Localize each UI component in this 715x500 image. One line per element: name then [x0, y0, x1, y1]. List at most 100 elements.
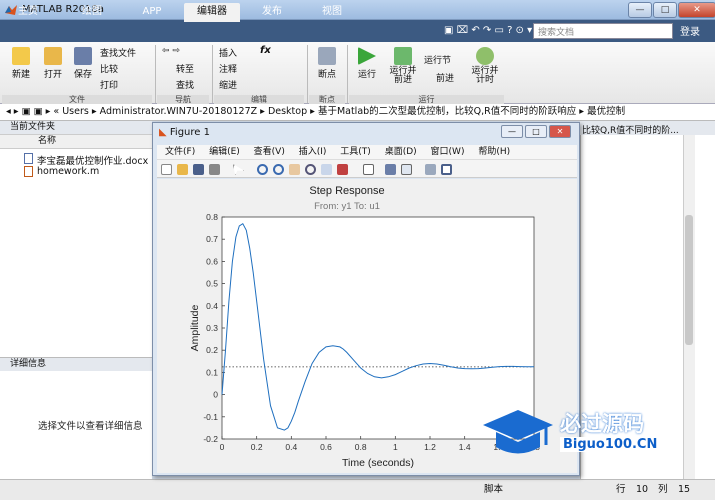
- ribbon-separator: [307, 45, 308, 103]
- status-col-value: 15: [678, 484, 691, 495]
- menu-desktop[interactable]: 桌面(D): [385, 147, 417, 157]
- chart-subtitle: From: y1 To: u1: [314, 201, 380, 212]
- compare-button[interactable]: 比较: [100, 62, 118, 75]
- comment-button[interactable]: 注释: [219, 62, 237, 75]
- brush-icon[interactable]: [337, 164, 348, 175]
- menu-edit[interactable]: 编辑(E): [209, 147, 240, 157]
- x-axis-label: Time (seconds): [342, 457, 414, 469]
- x-tick-label: 1: [393, 442, 398, 452]
- print-button[interactable]: 打印: [100, 78, 118, 91]
- nav-back-forward-icons[interactable]: ⇦ ⇨: [162, 46, 180, 56]
- run-button[interactable]: 运行: [352, 47, 382, 80]
- y-tick-label: -0.1: [203, 412, 218, 422]
- new-figure-icon[interactable]: [161, 164, 172, 175]
- figure-title: ◣ Figure 1: [159, 127, 210, 138]
- print-figure-icon[interactable]: [209, 164, 220, 175]
- figure-close-button[interactable]: ✕: [549, 125, 571, 138]
- tab-publish[interactable]: 发布: [244, 3, 300, 22]
- ribbon-separator: [155, 45, 156, 103]
- legend-icon[interactable]: [401, 164, 412, 175]
- y-tick-label: 0.6: [206, 256, 218, 266]
- y-axis-label: Amplitude: [189, 305, 201, 352]
- search-documentation-input[interactable]: 搜索文档: [533, 23, 673, 39]
- m-file-icon: [24, 166, 33, 177]
- y-tick-label: 0.4: [206, 301, 218, 311]
- open-button[interactable]: 打开: [38, 47, 68, 80]
- tab-home[interactable]: 主页: [4, 3, 52, 22]
- name-column-header[interactable]: 名称: [0, 135, 152, 149]
- details-header: 详细信息: [0, 357, 152, 371]
- details-placeholder: 选择文件以查看详细信息: [38, 421, 143, 432]
- quick-access-icons[interactable]: ▣ ⌧ ↶ ↷ ▭ ? ⊙ ▾: [444, 25, 532, 36]
- tab-plots[interactable]: 绘图: [64, 3, 120, 22]
- y-tick-label: 0.3: [206, 323, 218, 333]
- open-file-icon[interactable]: [177, 164, 188, 175]
- folder-icon: [44, 47, 62, 65]
- y-tick-label: 0.2: [206, 345, 218, 355]
- rotate-icon[interactable]: [305, 164, 316, 175]
- find-files-button[interactable]: 查找文件: [100, 46, 136, 59]
- file-item[interactable]: homework.m: [37, 166, 99, 177]
- colorbar-icon[interactable]: [385, 164, 396, 175]
- goto-button[interactable]: 转至: [176, 62, 194, 75]
- breakpoints-button[interactable]: 断点: [312, 47, 342, 80]
- scrollbar-thumb[interactable]: [685, 215, 693, 345]
- figure-maximize-button[interactable]: □: [525, 125, 547, 138]
- zoom-out-icon[interactable]: [273, 164, 284, 175]
- menu-tools[interactable]: 工具(T): [340, 147, 371, 157]
- group-label-run: 运行: [349, 95, 504, 104]
- fx-button[interactable]: fx: [260, 45, 271, 56]
- close-button[interactable]: ✕: [678, 2, 715, 18]
- status-col-label: 列: [658, 484, 668, 495]
- minimize-button[interactable]: —: [628, 2, 652, 18]
- x-tick-label: 0.8: [355, 442, 367, 452]
- nav-arrows-icon[interactable]: ◂ ▸ ▣ ▣ ▸: [0, 106, 50, 117]
- show-tools-icon[interactable]: [441, 164, 452, 175]
- file-item[interactable]: 李宝磊最优控制作业.docx: [37, 153, 148, 167]
- run-and-time-button[interactable]: 运行并 计时: [468, 47, 502, 85]
- ribbon-separator: [212, 45, 213, 103]
- advance-button[interactable]: 前进: [436, 71, 454, 84]
- tab-apps[interactable]: APP: [124, 3, 180, 22]
- zoom-in-icon[interactable]: [257, 164, 268, 175]
- y-tick-label: 0: [213, 390, 218, 400]
- status-script: 脚本: [484, 484, 504, 495]
- pan-icon[interactable]: [289, 164, 300, 175]
- link-plot-icon[interactable]: [363, 164, 374, 175]
- group-label-nav: 导航: [157, 95, 209, 104]
- watermark-logo-icon: [483, 410, 553, 454]
- menu-insert[interactable]: 插入(I): [299, 147, 327, 157]
- x-tick-label: 0.2: [251, 442, 263, 452]
- tab-editor[interactable]: 编辑器: [184, 3, 240, 22]
- indent-button[interactable]: 缩进: [219, 78, 237, 91]
- group-label-breakpoints: 断点: [309, 95, 345, 104]
- y-tick-label: 0.7: [206, 234, 218, 244]
- new-button[interactable]: 新建: [6, 47, 36, 80]
- run-section-button[interactable]: 运行节: [424, 53, 451, 66]
- address-bar[interactable]: ◂ ▸ ▣ ▣ ▸ « Users ▸ Administrator.WIN7U-…: [0, 104, 715, 121]
- login-button[interactable]: 登录: [680, 23, 700, 38]
- watermark-url: Biguo100.CN: [560, 437, 661, 452]
- x-tick-label: 0.6: [320, 442, 332, 452]
- save-button[interactable]: 保存: [68, 47, 98, 80]
- menu-window[interactable]: 窗口(W): [431, 147, 465, 157]
- run-advance-button[interactable]: 运行并 前进: [386, 47, 420, 85]
- timer-icon: [476, 47, 494, 65]
- maximize-button[interactable]: □: [653, 2, 677, 18]
- menu-view[interactable]: 查看(V): [254, 147, 285, 157]
- docx-file-icon: [24, 153, 33, 164]
- menu-help[interactable]: 帮助(H): [478, 147, 510, 157]
- run-icon: [358, 47, 376, 65]
- menu-file[interactable]: 文件(F): [165, 147, 195, 157]
- save-icon: [74, 47, 92, 65]
- status-row-label: 行: [616, 484, 626, 495]
- new-icon: [12, 47, 30, 65]
- find-button[interactable]: 查找: [176, 78, 194, 91]
- figure-minimize-button[interactable]: —: [501, 125, 523, 138]
- data-cursor-icon[interactable]: [321, 164, 332, 175]
- tab-view[interactable]: 视图: [304, 3, 360, 22]
- x-tick-label: 1.2: [424, 442, 436, 452]
- insert-button[interactable]: 插入: [219, 46, 237, 59]
- save-figure-icon[interactable]: [193, 164, 204, 175]
- hide-tools-icon[interactable]: [425, 164, 436, 175]
